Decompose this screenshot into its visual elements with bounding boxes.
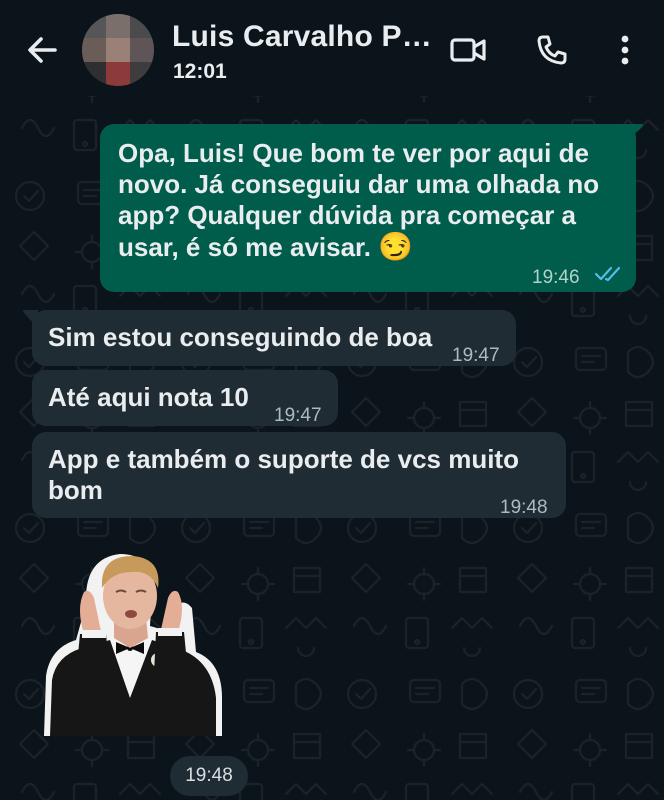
more-options-button[interactable] (603, 28, 647, 72)
contact-status: 12:01 (173, 60, 227, 83)
message-incoming[interactable]: App e também o suporte de vcs muito bom … (32, 432, 566, 518)
message-time: 19:47 (274, 405, 322, 426)
message-line: Opa, Luis! Que bom te ver por aqui de (118, 138, 589, 168)
message-line: app? Qualquer dúvida pra começar a (118, 200, 577, 230)
message-time: 19:46 (532, 267, 580, 288)
message-text: Sim estou conseguindo de boa (48, 322, 433, 352)
message-line-text: usar, é só me avisar. (118, 232, 371, 262)
double-check-read-icon (594, 266, 621, 282)
message-time: 19:48 (500, 497, 548, 518)
message-incoming[interactable]: Até aqui nota 10 19:47 (32, 370, 338, 426)
voice-call-button[interactable] (530, 28, 574, 72)
chat-header: Luis Carvalho Pis… 12:01 (0, 0, 664, 96)
contact-name[interactable]: Luis Carvalho Pis… (172, 20, 434, 54)
message-line: App e também o suporte de vcs muito (48, 444, 519, 474)
message-outgoing[interactable]: Opa, Luis! Que bom te ver por aqui de no… (100, 124, 636, 292)
back-button[interactable] (22, 30, 62, 70)
message-line: novo. Já conseguiu dar uma olhada no (118, 169, 600, 199)
message-text: App e também o suporte de vcs muito bom (48, 444, 548, 506)
avatar[interactable] (82, 14, 154, 86)
chat-screen: Luis Carvalho Pis… 12:01 Opa, Luis! Que … (0, 0, 664, 800)
message-line: bom (48, 475, 103, 505)
smirk-emoji: 😏 (378, 231, 414, 262)
phone-icon (537, 35, 567, 65)
more-vertical-icon (621, 35, 629, 65)
video-camera-icon (450, 38, 486, 62)
message-line: usar, é só me avisar. 😏 (118, 231, 623, 263)
clapping-man-sticker[interactable] (36, 548, 224, 738)
message-text: Até aqui nota 10 (48, 382, 249, 412)
arrow-left-icon (28, 37, 57, 63)
message-time: 19:47 (452, 345, 500, 366)
message-incoming[interactable]: Sim estou conseguindo de boa 19:47 (32, 310, 516, 366)
message-text: Opa, Luis! Que bom te ver por aqui de no… (118, 138, 623, 263)
video-call-button[interactable] (446, 28, 490, 72)
sticker-time: 19:48 (170, 756, 248, 796)
contact-photo (82, 14, 154, 86)
